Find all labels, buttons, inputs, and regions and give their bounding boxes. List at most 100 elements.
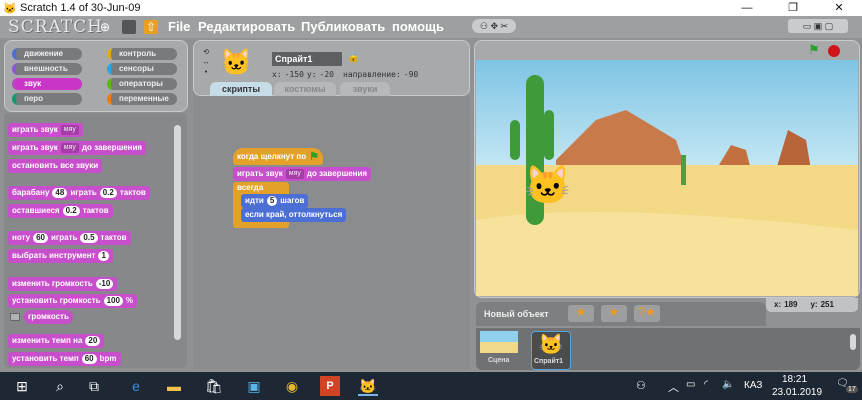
- powerpoint-icon[interactable]: P: [320, 376, 340, 396]
- sound-dropdown[interactable]: мяу: [60, 143, 79, 153]
- category-0[interactable]: движение: [12, 48, 82, 60]
- new-sprite-label: Новый объект: [484, 309, 549, 319]
- rotation-style-buttons[interactable]: ⟲ ↔ •: [201, 48, 211, 78]
- volume-checkbox[interactable]: [10, 313, 20, 321]
- y-label: y:: [306, 70, 317, 79]
- edge-icon[interactable]: e: [126, 376, 146, 396]
- search-icon[interactable]: ⌕: [50, 376, 70, 396]
- maximize-button[interactable]: ❐: [770, 1, 816, 15]
- lock-icon[interactable]: 🔒: [347, 52, 359, 63]
- volume-change-input[interactable]: -10: [95, 279, 114, 289]
- block-change-tempo[interactable]: изменить темп на 20: [8, 334, 105, 348]
- tab-scripts[interactable]: скрипты: [210, 82, 272, 96]
- clock-date[interactable]: 23.01.2019: [772, 387, 822, 398]
- store-icon[interactable]: 🛍: [204, 376, 224, 396]
- x-value: -150: [284, 70, 304, 79]
- sound-dropdown[interactable]: мяу: [285, 169, 304, 179]
- block-play-note[interactable]: ноту 60 играть 0.5 тактов: [8, 231, 131, 245]
- block-play-sound-until-done[interactable]: играть звук мяу до завершения: [8, 141, 147, 155]
- beats-input[interactable]: 0.5: [80, 233, 98, 243]
- block-set-volume[interactable]: установить громкость 100%: [8, 294, 138, 308]
- direction-label: направление:: [343, 70, 401, 79]
- menu-edit[interactable]: Редактировать: [198, 19, 295, 34]
- people-icon[interactable]: ⚇: [636, 379, 646, 392]
- volume-input[interactable]: 100: [103, 296, 123, 306]
- language-indicator[interactable]: КАЗ: [744, 380, 762, 391]
- green-flag-button[interactable]: ⚑: [808, 42, 820, 58]
- category-7[interactable]: переменные: [107, 93, 177, 105]
- blocks-palette: играть звук мяу играть звук мяу до завершен…: [4, 113, 187, 368]
- stop-button[interactable]: [828, 45, 840, 57]
- app-icon[interactable]: ▣: [244, 376, 264, 396]
- chrome-icon[interactable]: ◉: [282, 376, 302, 396]
- show-hidden-icons[interactable]: ︿: [668, 379, 679, 395]
- instrument-input[interactable]: 1: [98, 251, 109, 261]
- close-button[interactable]: ✕: [816, 1, 862, 15]
- scripts-area[interactable]: когда щелкнут по ⚑ играть звук мяу до завер…: [193, 96, 470, 370]
- tab-costumes[interactable]: костюмы: [274, 82, 336, 96]
- globe-icon[interactable]: ⊕: [98, 20, 112, 34]
- category-2[interactable]: внешность: [12, 63, 82, 75]
- cat-sprite[interactable]: 🐱: [524, 164, 571, 208]
- cursor-tools[interactable]: ⚇ ✥ ✂: [472, 19, 516, 33]
- volume-icon[interactable]: 🔈: [722, 379, 734, 390]
- sprite-name-input[interactable]: Спрайт1: [272, 52, 342, 66]
- block-stop-all-sounds[interactable]: остановить все звуки: [8, 159, 103, 173]
- block-move-steps[interactable]: идти 5 шагов: [241, 194, 309, 208]
- new-sprite-bar: Новый объект ★ ★ ?★: [476, 302, 766, 326]
- random-sprite-button[interactable]: ?★: [634, 305, 660, 322]
- stage-thumbnail[interactable]: [480, 331, 518, 353]
- block-set-tempo[interactable]: установить темп 60 bpm: [8, 352, 121, 366]
- block-set-instrument[interactable]: выбрать инструмент 1: [8, 249, 113, 263]
- block-rest[interactable]: оставшиеся 0.2 тактов: [8, 204, 113, 218]
- category-1[interactable]: контроль: [107, 48, 177, 60]
- block-play-sound-until-done[interactable]: играть звук мяу до завершения: [233, 167, 372, 181]
- battery-icon[interactable]: ▭: [686, 379, 695, 390]
- menu-help[interactable]: помощь: [392, 19, 444, 34]
- block-play-drum[interactable]: барабану 48 играть 0.2 тактов: [8, 186, 150, 200]
- rest-input[interactable]: 0.2: [62, 206, 80, 216]
- task-view-icon[interactable]: ⧉: [84, 376, 104, 396]
- sprite-list-scrollbar[interactable]: [850, 334, 856, 350]
- block-text: изменить темп на: [12, 336, 83, 345]
- mouse-x-label: x:: [774, 300, 782, 309]
- note-input[interactable]: 60: [33, 233, 48, 243]
- folder-sprite-button[interactable]: ★: [601, 305, 627, 322]
- minimize-button[interactable]: —: [724, 1, 770, 15]
- tab-sounds[interactable]: звуки: [340, 82, 390, 96]
- tempo-input[interactable]: 60: [81, 354, 97, 364]
- block-when-flag-clicked[interactable]: когда щелкнут по ⚑: [233, 148, 323, 165]
- menu-file[interactable]: File: [168, 19, 190, 34]
- category-5[interactable]: операторы: [107, 78, 177, 90]
- scratch-taskbar-icon[interactable]: 🐱: [358, 376, 378, 396]
- category-3[interactable]: сенсоры: [107, 63, 177, 75]
- wifi-icon[interactable]: ◜: [704, 379, 708, 390]
- share-icon[interactable]: ⇧: [144, 20, 158, 34]
- clock-time[interactable]: 18:21: [782, 374, 807, 385]
- block-change-volume[interactable]: изменить громкость -10: [8, 277, 118, 291]
- palette-scrollbar[interactable]: [174, 125, 181, 340]
- block-text: играть звук: [12, 143, 58, 152]
- block-volume-reporter[interactable]: громкость: [24, 310, 73, 324]
- block-text: тактов: [82, 206, 109, 215]
- tempo-change-input[interactable]: 20: [85, 336, 101, 346]
- sprite1-label: Спрайт1: [534, 358, 564, 365]
- direction-value: -90: [403, 70, 419, 79]
- windows-start-icon[interactable]: ⊞: [12, 376, 32, 396]
- save-icon[interactable]: [122, 20, 136, 34]
- stage[interactable]: 🐱: [476, 60, 858, 296]
- beats-input[interactable]: 0.2: [99, 188, 117, 198]
- block-play-sound[interactable]: играть звук мяу: [8, 123, 83, 137]
- file-explorer-icon[interactable]: ▬: [164, 376, 184, 396]
- steps-input[interactable]: 5: [266, 196, 278, 206]
- block-bounce-on-edge[interactable]: если край, оттолкнуться: [241, 208, 347, 222]
- block-text: когда щелкнут по: [237, 151, 307, 161]
- category-6[interactable]: перо: [12, 93, 82, 105]
- paint-sprite-button[interactable]: ★: [568, 305, 594, 322]
- menu-share[interactable]: Публиковать: [301, 19, 385, 34]
- stage-view-buttons[interactable]: ▭ ▣ ▢: [788, 19, 848, 33]
- drum-input[interactable]: 48: [52, 188, 68, 198]
- sound-dropdown[interactable]: мяу: [60, 125, 79, 135]
- stage-label: Сцена: [488, 357, 510, 364]
- category-4[interactable]: звук: [12, 78, 82, 90]
